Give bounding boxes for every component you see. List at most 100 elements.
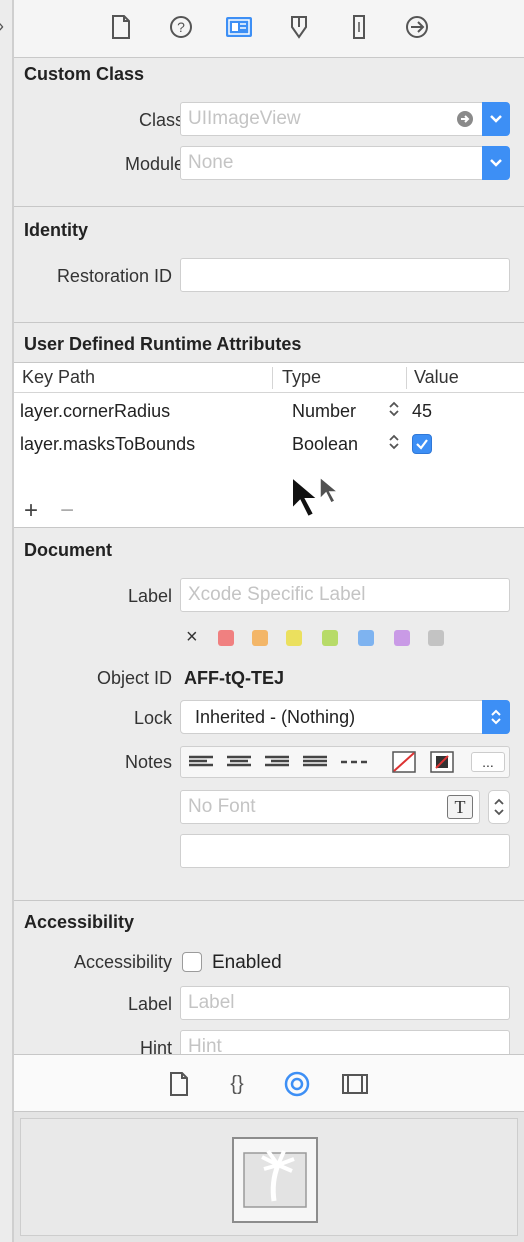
checkmark-icon xyxy=(416,439,428,450)
enabled-label[interactable]: Enabled xyxy=(212,952,282,974)
mouse-pointer-icon xyxy=(290,474,346,530)
document-header: Document xyxy=(24,540,113,560)
class-field[interactable]: UIImageView xyxy=(180,102,484,136)
object-id-value: AFF-tQ-TEJ xyxy=(184,668,284,688)
column-key-path[interactable]: Key Path xyxy=(22,367,95,388)
media-library-icon[interactable] xyxy=(340,1069,370,1099)
custom-class-header: Custom Class xyxy=(24,64,145,84)
module-placeholder: None xyxy=(188,152,234,173)
file-template-icon[interactable] xyxy=(164,1069,194,1099)
type-cell[interactable]: Boolean xyxy=(292,434,358,455)
accessibility-header: Accessibility xyxy=(24,912,135,932)
color-swatch-gray[interactable] xyxy=(428,630,444,646)
identity-inspector-icon[interactable] xyxy=(224,12,254,42)
document-label-placeholder: Xcode Specific Label xyxy=(188,584,366,605)
library-grid xyxy=(20,1118,518,1236)
lock-label: Lock xyxy=(133,708,172,728)
module-label: Module xyxy=(124,154,184,174)
column-type[interactable]: Type xyxy=(282,367,321,388)
svg-text:?: ? xyxy=(177,19,185,35)
key-path-cell[interactable]: layer.cornerRadius xyxy=(20,401,170,422)
inspector-toolbar: ? xyxy=(14,0,524,58)
runtime-attributes-header: User Defined Runtime Attributes xyxy=(24,334,302,354)
color-swatch-orange[interactable] xyxy=(252,630,268,646)
go-arrow-icon[interactable] xyxy=(455,109,475,135)
lock-popup[interactable]: Inherited - (Nothing) xyxy=(180,700,510,734)
section-divider xyxy=(14,322,524,323)
table-header: Key Path Type Value xyxy=(14,363,524,393)
attributes-inspector-icon[interactable] xyxy=(284,12,314,42)
accessibility-label-placeholder: Label xyxy=(188,992,235,1013)
up-down-chevron-icon xyxy=(491,709,501,725)
notes-text-field[interactable] xyxy=(180,834,510,868)
notes-more-button[interactable]: ... xyxy=(471,752,505,772)
size-inspector-icon[interactable] xyxy=(344,12,374,42)
stepper-icon[interactable] xyxy=(388,432,400,457)
remove-attribute-button[interactable]: − xyxy=(60,497,74,525)
connections-inspector-icon[interactable] xyxy=(402,12,432,42)
class-dropdown-button[interactable] xyxy=(482,102,510,136)
chevron-down-icon xyxy=(490,159,502,167)
type-cell[interactable]: Number xyxy=(292,401,356,422)
column-value[interactable]: Value xyxy=(414,367,459,388)
runtime-attributes-table: Key Path Type Value layer.cornerRadius N… xyxy=(14,362,524,528)
accessibility-label-label: Label xyxy=(127,994,172,1014)
image-thumbnail[interactable] xyxy=(232,1137,318,1223)
object-id-label: Object ID xyxy=(96,668,172,688)
color-swatch-purple[interactable] xyxy=(394,630,410,646)
accessibility-label-field[interactable]: Label xyxy=(180,986,510,1020)
notes-label: Notes xyxy=(124,752,172,772)
class-placeholder: UIImageView xyxy=(188,108,301,129)
font-placeholder: No Font xyxy=(188,796,256,817)
stepper-icon[interactable] xyxy=(388,399,400,424)
quick-help-icon[interactable]: ? xyxy=(166,12,196,42)
color-swatch-yellow[interactable] xyxy=(286,630,302,646)
chevron-down-icon xyxy=(490,115,502,123)
library-panel xyxy=(14,1112,524,1242)
lock-popup-button[interactable] xyxy=(482,700,510,734)
notes-format-bar: ... xyxy=(180,746,510,778)
font-field[interactable]: No Font T xyxy=(180,790,480,824)
object-library-icon[interactable] xyxy=(282,1069,312,1099)
document-label-label: Label xyxy=(127,586,172,606)
lock-value: Inherited - (Nothing) xyxy=(195,707,356,727)
background-color-icon[interactable] xyxy=(429,751,455,773)
chevron-right-icon[interactable]: › xyxy=(0,16,4,37)
add-attribute-button[interactable]: + xyxy=(24,497,38,525)
file-inspector-icon[interactable] xyxy=(106,12,136,42)
module-field[interactable]: None xyxy=(180,146,484,180)
module-dropdown-button[interactable] xyxy=(482,146,510,180)
masks-to-bounds-checkbox[interactable] xyxy=(412,434,432,454)
column-divider xyxy=(272,367,273,389)
palm-tree-icon xyxy=(243,1149,307,1208)
font-size-stepper[interactable] xyxy=(488,790,510,824)
section-divider xyxy=(14,206,524,207)
key-path-cell[interactable]: layer.masksToBounds xyxy=(20,434,195,455)
color-swatch-blue[interactable] xyxy=(358,630,374,646)
code-snippet-icon[interactable]: {} xyxy=(222,1069,252,1099)
font-picker-button[interactable]: T xyxy=(447,795,473,819)
align-center-icon[interactable] xyxy=(225,752,253,772)
align-left-icon[interactable] xyxy=(187,752,215,772)
accessibility-enabled-checkbox[interactable] xyxy=(182,952,202,972)
restoration-id-field[interactable] xyxy=(180,258,510,292)
column-divider xyxy=(406,367,407,389)
class-label: Class xyxy=(138,110,184,130)
identity-header: Identity xyxy=(24,220,89,240)
no-color-icon[interactable] xyxy=(391,751,417,773)
utilities-panel: ? Custom Class Class UIImageView Module … xyxy=(14,0,524,1242)
inspector-window: › ? Custom Class Class xyxy=(0,0,524,1242)
restoration-id-label: Restoration ID xyxy=(56,266,172,286)
color-swatch-green[interactable] xyxy=(322,630,338,646)
natural-alignment-icon[interactable] xyxy=(339,752,369,772)
document-label-field[interactable]: Xcode Specific Label xyxy=(180,578,510,612)
up-down-chevron-icon xyxy=(494,798,504,816)
value-cell[interactable]: 45 xyxy=(412,401,432,422)
color-swatch-red[interactable] xyxy=(218,630,234,646)
accessibility-label: Accessibility xyxy=(73,952,172,972)
justify-icon[interactable] xyxy=(301,752,329,772)
library-selector-bar: {} xyxy=(14,1054,524,1112)
align-right-icon[interactable] xyxy=(263,752,291,772)
section-divider xyxy=(14,900,524,901)
clear-color-button[interactable]: × xyxy=(186,626,198,649)
